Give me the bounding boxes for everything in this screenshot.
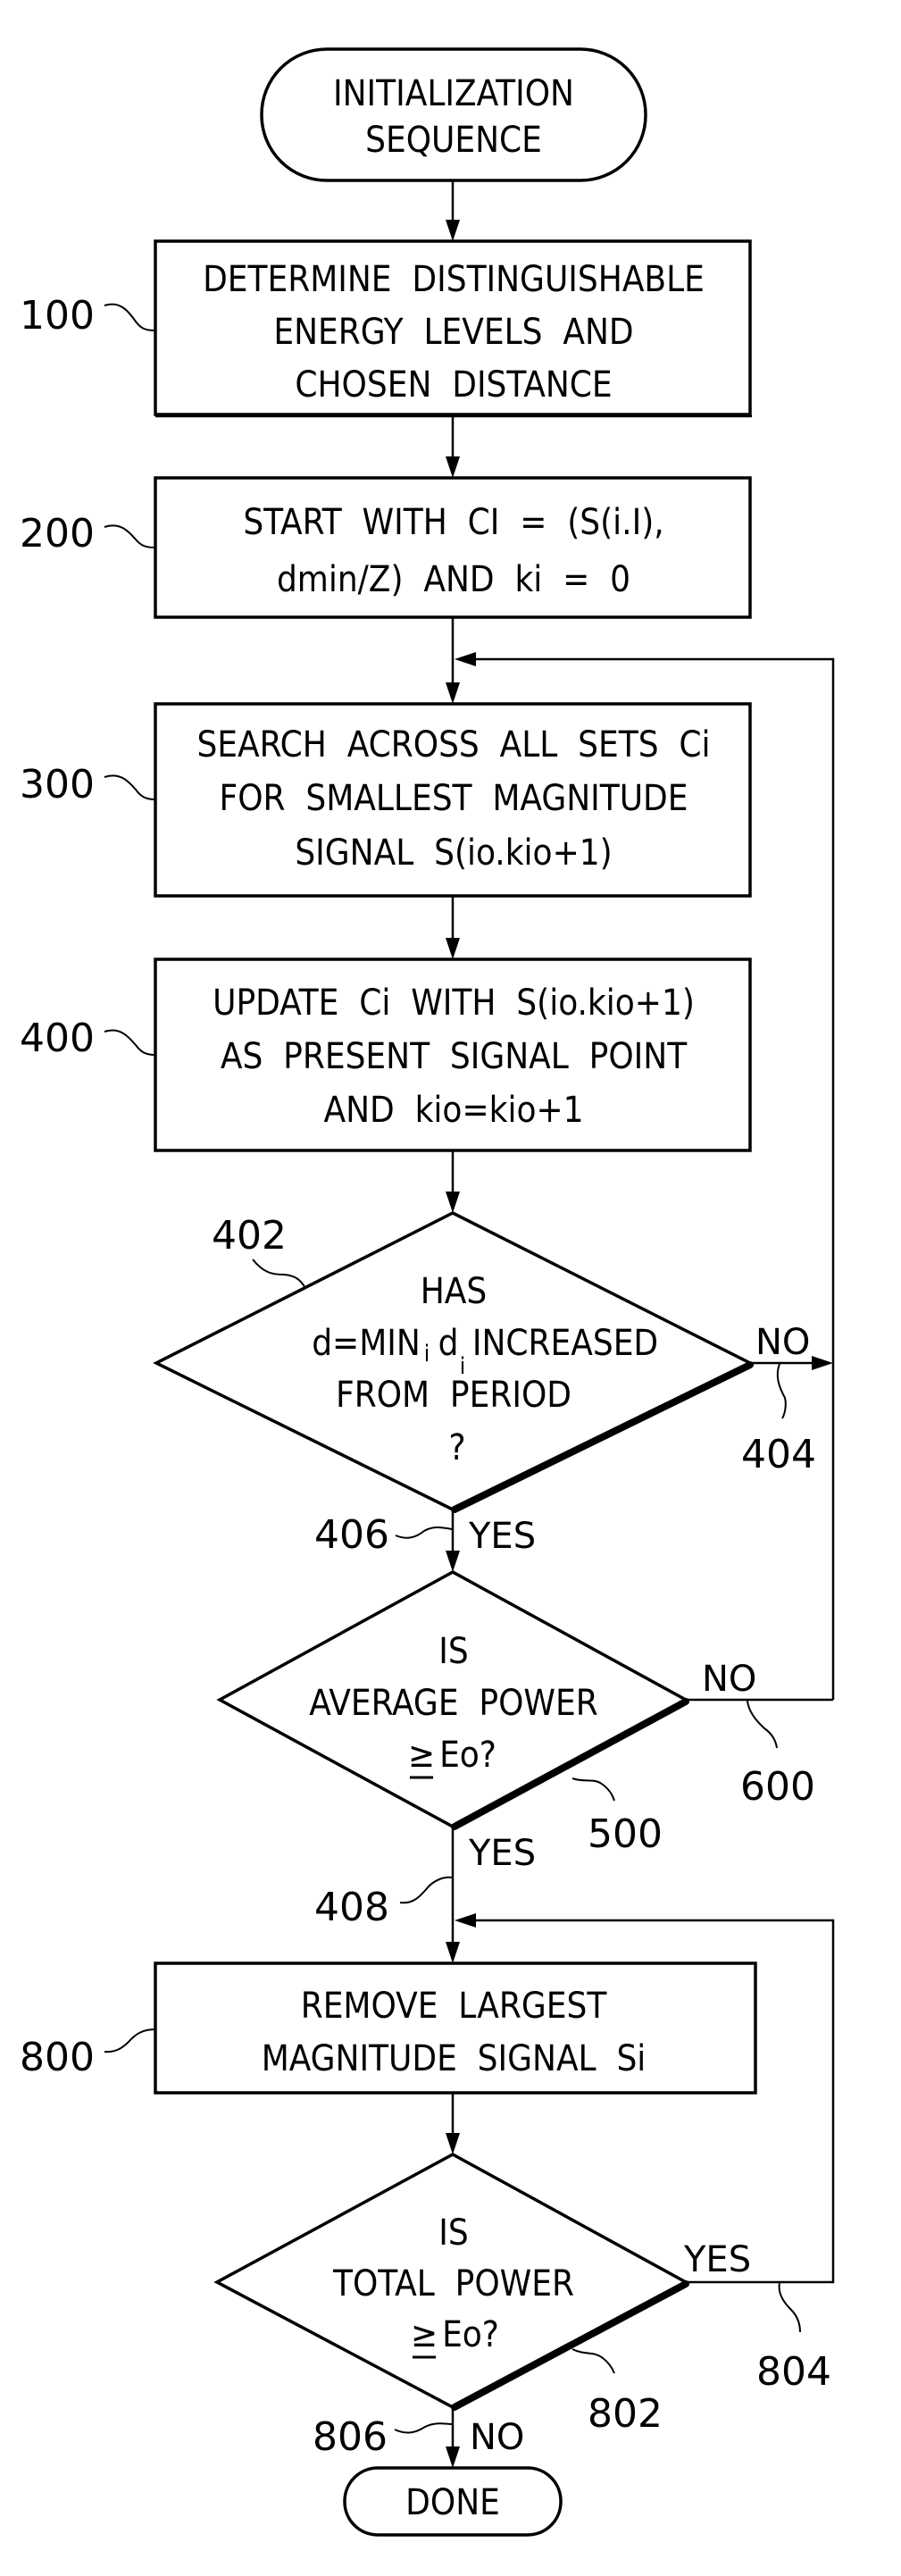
step-400-line-3: AND kio=kio+1: [324, 1090, 584, 1131]
decision-diamond-500: IS AVERAGE POWER ≥ Eo?: [216, 1570, 689, 1830]
step-402-expr-d: d: [438, 1323, 459, 1364]
start-text-line-2: SEQUENCE: [365, 120, 542, 161]
ref-label-500: 500: [588, 1811, 663, 1857]
step-802-line-1: IS: [438, 2212, 468, 2254]
branch-408-label: YES: [468, 1833, 536, 1874]
step-802-line-2: TOTAL POWER: [332, 2263, 574, 2304]
ref-label-400: 400: [20, 1016, 95, 1061]
arrow-head-icon: [446, 938, 460, 959]
step-500-line-2: AVERAGE POWER: [309, 1683, 598, 1724]
leader-line-404: [776, 1363, 787, 1419]
step-500-line-3: Eo?: [439, 1735, 496, 1776]
branch-406-label: YES: [468, 1516, 536, 1557]
branch-600-label: NO: [702, 1659, 756, 1700]
step-300-line-2: FOR SMALLEST MAGNITUDE: [219, 778, 688, 819]
start-terminator: INITIALIZATION SEQUENCE: [260, 47, 647, 182]
ref-label-406: 406: [314, 1512, 389, 1558]
step-402-line-4: ?: [448, 1427, 465, 1468]
loop-return-line-800: [476, 1919, 835, 2284]
arrow-head-icon: [455, 1913, 476, 1928]
ref-label-408: 408: [314, 1885, 389, 1930]
end-terminator: DONE: [343, 2466, 563, 2537]
arrow-head-icon: [455, 652, 476, 666]
leader-line-100: [104, 303, 156, 331]
arrow-head-icon: [446, 2133, 460, 2154]
leader-line-600: [747, 1700, 778, 1749]
branch-404-label: NO: [755, 1322, 810, 1363]
decision-diamond-802: IS TOTAL POWER ≥ Eo?: [213, 2153, 689, 2411]
step-100-line-2: ENERGY LEVELS AND: [273, 312, 633, 353]
ref-label-804: 804: [756, 2349, 831, 2395]
ref-label-404: 404: [741, 1432, 816, 1477]
step-100-line-3: CHOSEN DISTANCE: [295, 364, 612, 406]
process-box-300: SEARCH ACROSS ALL SETS Ci FOR SMALLEST M…: [154, 702, 752, 898]
process-box-800: REMOVE LARGEST MAGNITUDE SIGNAL Si: [154, 1961, 757, 2095]
arrow-head-icon: [446, 456, 460, 478]
flowchart: INITIALIZATION SEQUENCE DETERMINE DISTIN…: [20, 47, 835, 2537]
step-800-line-1: REMOVE LARGEST: [301, 1986, 608, 2027]
arrow-head-icon: [446, 1551, 460, 1572]
leader-line-406: [395, 1526, 453, 1539]
process-box-100: DETERMINE DISTINGUISHABLE ENERGY LEVELS …: [154, 239, 752, 418]
step-400-line-2: AS PRESENT SIGNAL POINT: [221, 1036, 688, 1077]
ref-label-200: 200: [20, 511, 95, 556]
arrow-head-icon: [446, 2446, 460, 2468]
ref-label-300: 300: [20, 762, 95, 807]
leader-line-500: [571, 1777, 615, 1802]
branch-804-label: YES: [683, 2239, 751, 2280]
ref-label-402: 402: [212, 1213, 287, 1259]
ref-label-806: 806: [313, 2414, 388, 2460]
step-100-line-1: DETERMINE DISTINGUISHABLE: [203, 259, 705, 300]
arrow-head-icon: [812, 1356, 833, 1370]
step-800-line-2: MAGNITUDE SIGNAL Si: [262, 2038, 647, 2079]
leader-line-802: [571, 2348, 615, 2374]
branch-806-label: NO: [470, 2417, 524, 2458]
process-box-200: START WITH CI = (S(i.I), dmin/Z) AND ki …: [154, 476, 752, 619]
ref-label-100: 100: [20, 293, 95, 339]
step-300-line-1: SEARCH ACROSS ALL SETS Ci: [196, 724, 710, 765]
step-500-line-1: IS: [438, 1631, 468, 1672]
ge-icon: ≥: [411, 2314, 438, 2355]
arrow-head-icon: [446, 1192, 460, 1213]
step-802-line-3: Eo?: [442, 2314, 499, 2355]
arrow-head-icon: [446, 682, 460, 704]
step-402-sub-min: i: [424, 1341, 430, 1367]
step-402-expr-min: d=MIN: [312, 1323, 421, 1364]
step-300-line-3: SIGNAL S(io.kio+1): [295, 832, 612, 874]
leader-line-800: [104, 2028, 156, 2053]
arrow-head-icon: [446, 1942, 460, 1963]
leader-line-402: [252, 1259, 306, 1289]
leader-line-806: [394, 2422, 453, 2434]
arrow-head-icon: [446, 220, 460, 241]
step-402-increased: INCREASED: [472, 1323, 658, 1364]
step-200-line-1: START WITH CI = (S(i.I),: [243, 502, 663, 543]
ref-label-800: 800: [20, 2035, 95, 2080]
ref-label-802: 802: [588, 2391, 663, 2437]
leader-line-408: [399, 1876, 453, 1904]
leader-line-804: [778, 2282, 801, 2333]
step-200-line-2: dmin/Z) AND ki = 0: [277, 559, 630, 600]
start-text-line-1: INITIALIZATION: [333, 73, 574, 114]
ge-icon: ≥: [408, 1735, 435, 1776]
step-402-line-1: HAS: [421, 1271, 488, 1312]
process-box-400: UPDATE Ci WITH S(io.kio+1) AS PRESENT SI…: [154, 958, 752, 1152]
step-402-line-3: FROM PERIOD: [336, 1375, 571, 1416]
ref-label-600: 600: [740, 1764, 815, 1810]
leader-line-200: [104, 524, 156, 548]
leader-line-400: [104, 1029, 156, 1056]
step-400-line-1: UPDATE Ci WITH S(io.kio+1): [213, 983, 695, 1024]
leader-line-300: [104, 774, 156, 800]
end-text: DONE: [405, 2482, 500, 2523]
